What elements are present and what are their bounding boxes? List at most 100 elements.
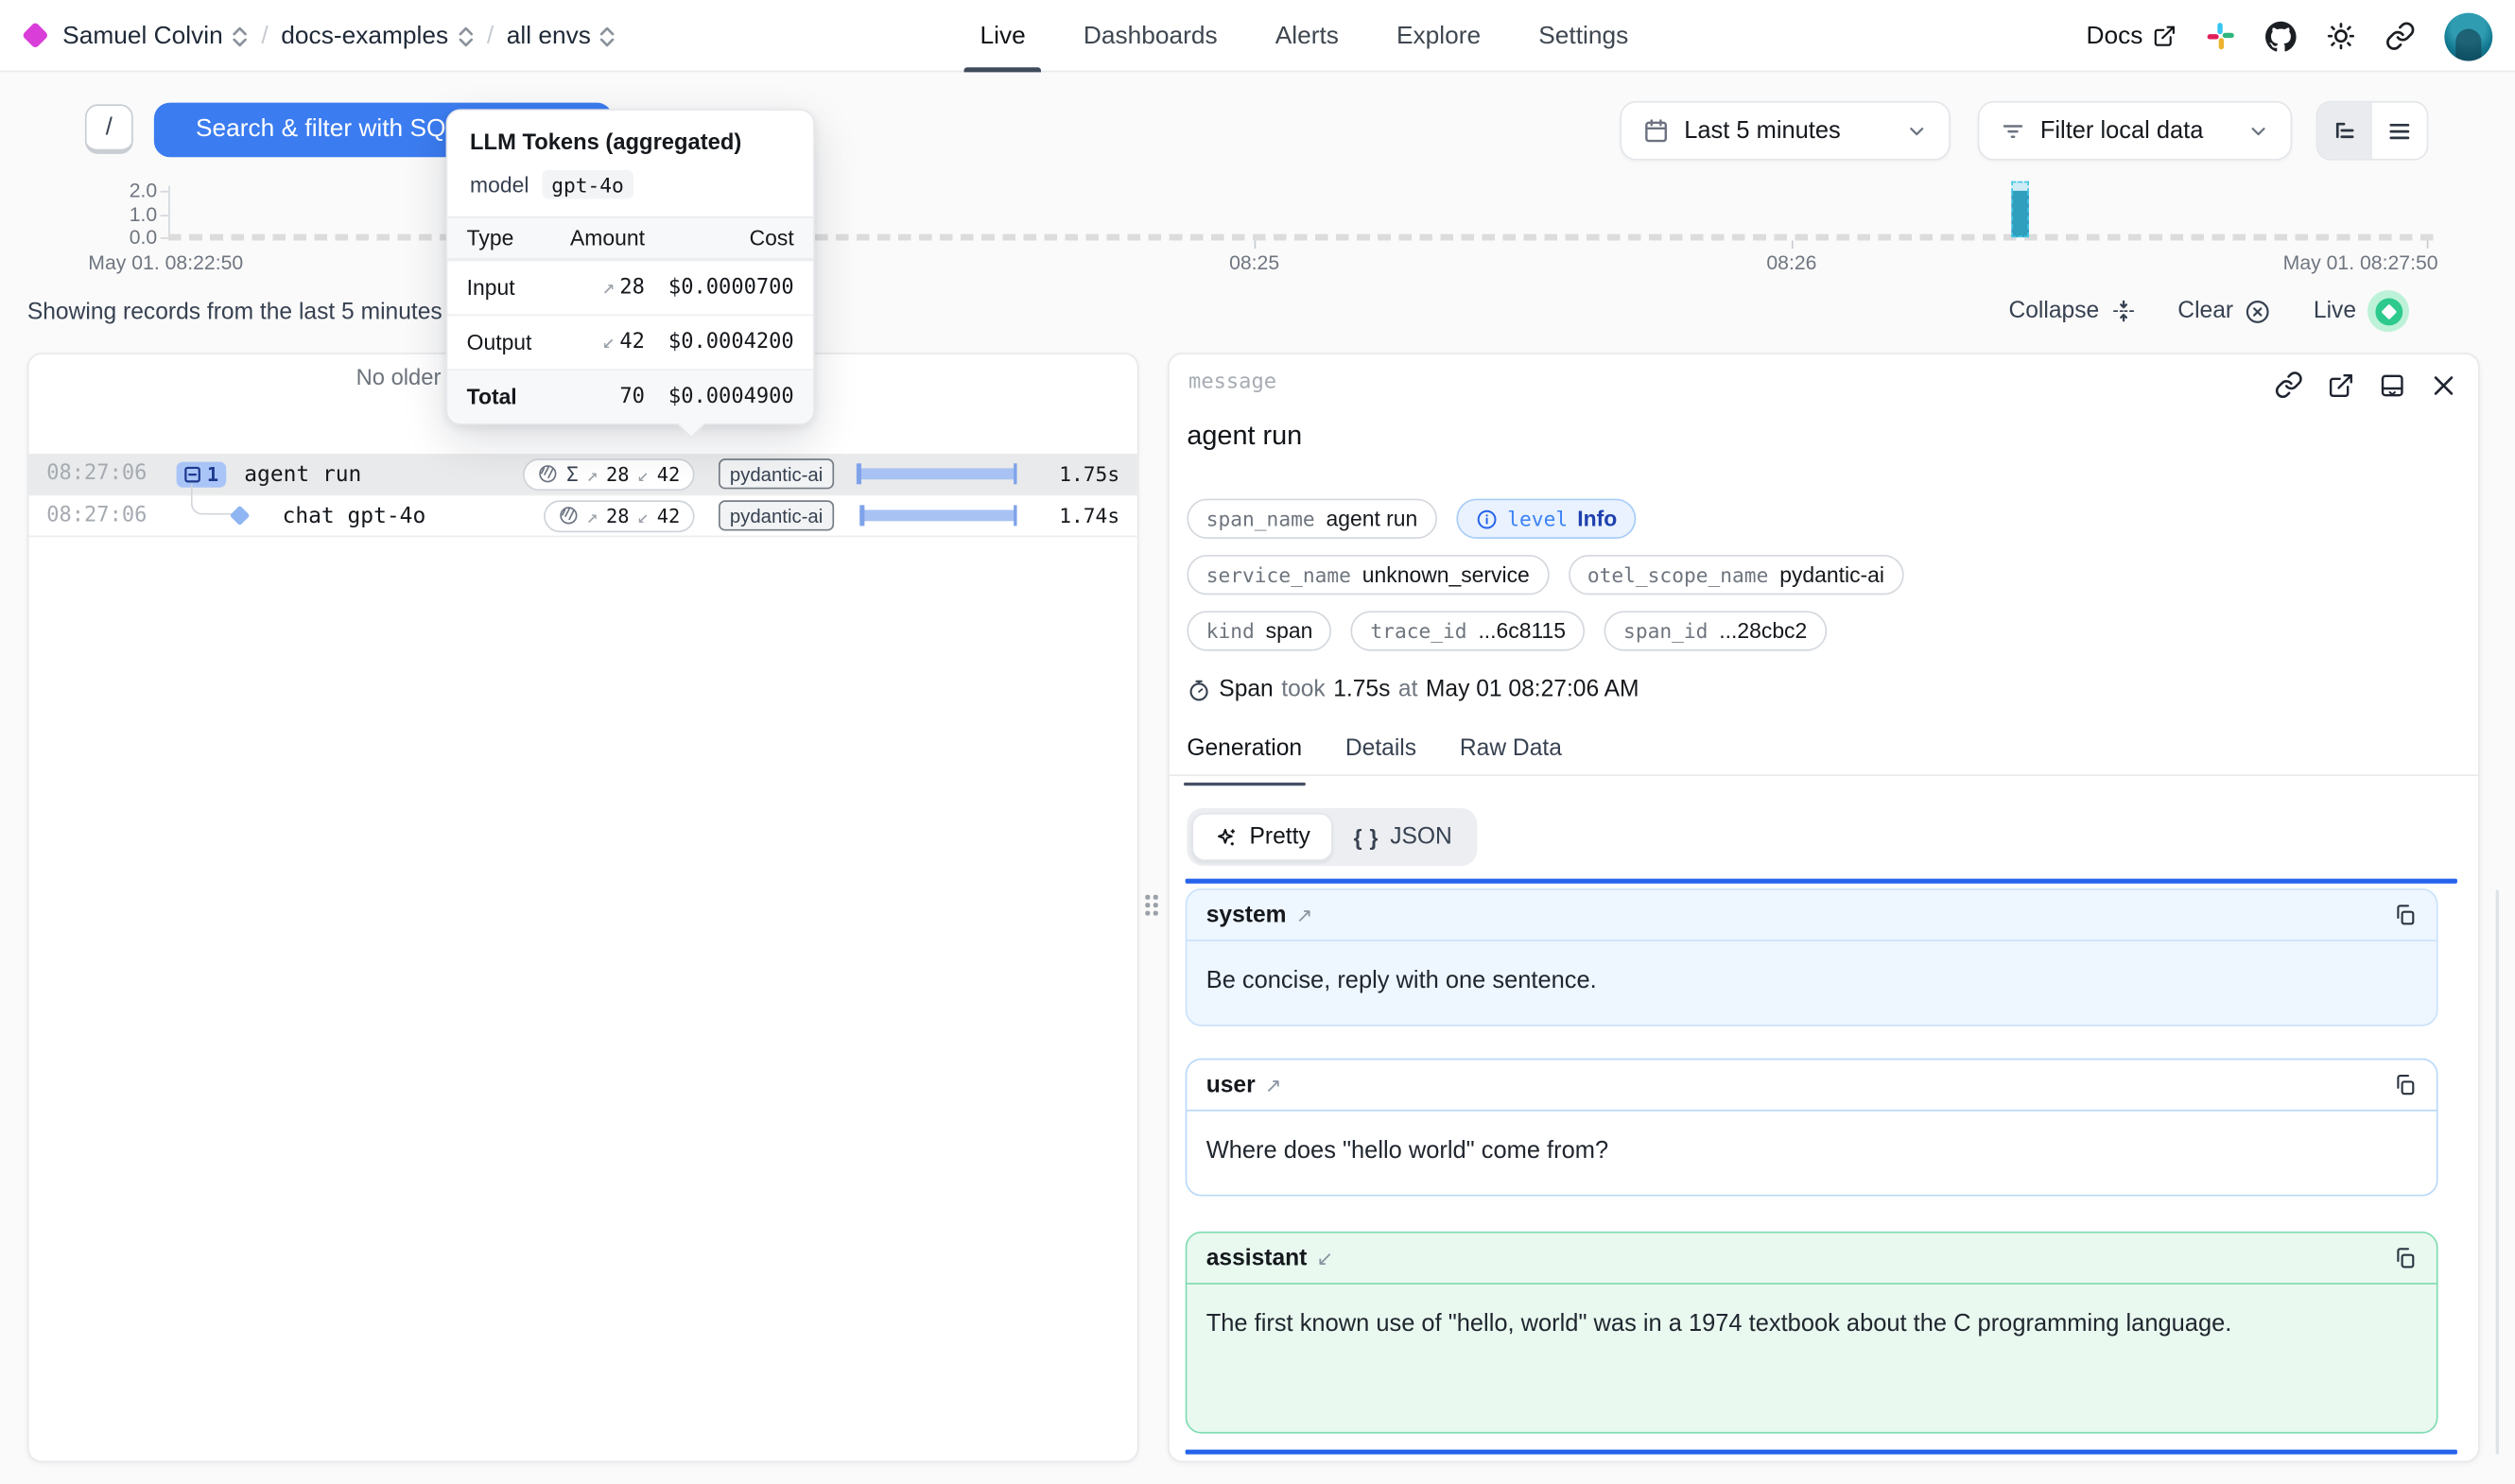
- panel-resize-handle[interactable]: [1145, 895, 1158, 921]
- badge-kind[interactable]: kind span: [1187, 611, 1331, 650]
- github-icon[interactable]: [2264, 20, 2297, 52]
- main-nav: Live Dashboards Alerts Explore Settings: [980, 0, 1629, 72]
- pretty-toggle[interactable]: Pretty: [1191, 813, 1332, 861]
- message-card-header: user ↗: [1187, 1060, 2437, 1111]
- span-name: chat gpt-4o: [283, 503, 544, 528]
- live-toggle[interactable]: Live: [2314, 290, 2409, 332]
- clear-button[interactable]: Clear: [2177, 298, 2272, 325]
- tooltip-row-total: Total 70 $0.0004900: [447, 369, 813, 423]
- render-mode-toggle: Pretty { } JSON: [1187, 808, 1478, 866]
- input-arrow-icon: ↗: [602, 276, 615, 300]
- message-card-header: assistant ↙: [1187, 1234, 2437, 1285]
- badge-trace-id[interactable]: trace_id ...6c8115: [1351, 611, 1585, 650]
- collapse-children-badge[interactable]: 1: [177, 461, 227, 487]
- time-range-dropdown[interactable]: Last 5 minutes: [1620, 101, 1950, 161]
- tree-connector: [162, 494, 265, 536]
- live-status-indicator-icon: [2368, 290, 2409, 332]
- copy-icon[interactable]: [2393, 903, 2417, 926]
- chevron-down-icon: [2247, 119, 2270, 142]
- collapse-label: Collapse: [2008, 299, 2099, 324]
- y-axis-tickmark: [161, 237, 168, 239]
- tab-live[interactable]: Live: [980, 0, 1026, 72]
- copy-icon[interactable]: [2393, 1246, 2417, 1269]
- span-word: Span: [1219, 677, 1273, 702]
- chevron-sort-icon: [457, 25, 475, 47]
- badge-span-name[interactable]: span_name agent run: [1187, 499, 1436, 539]
- collapse-button[interactable]: Collapse: [2008, 299, 2136, 324]
- filter-icon: [2000, 118, 2025, 144]
- input-tokens: 28: [606, 505, 630, 527]
- slack-icon[interactable]: [2206, 21, 2236, 51]
- trace-list-panel: No older records 08:27:06 1 agent run Σ …: [27, 353, 1139, 1462]
- trace-rows: 08:27:06 1 agent run Σ ↗28 ↙42 pydantic-…: [29, 454, 1137, 537]
- scope-tag[interactable]: pydantic-ai: [719, 458, 834, 489]
- span-attribute-badges: span_name agent run level Info service_n…: [1187, 499, 1903, 651]
- duration-value: 1.75s: [1039, 462, 1119, 486]
- token-usage-pill[interactable]: Σ ↗28 ↙42: [523, 457, 694, 490]
- json-toggle[interactable]: { } JSON: [1333, 813, 1473, 861]
- token-usage-pill[interactable]: ↗28 ↙42: [543, 499, 694, 531]
- span-title: agent run: [1187, 420, 1302, 452]
- user-avatar[interactable]: [2444, 12, 2492, 60]
- slash-key-label: /: [106, 113, 113, 141]
- tab-explore[interactable]: Explore: [1396, 0, 1481, 72]
- badge-level[interactable]: level Info: [1456, 499, 1637, 539]
- tab-settings[interactable]: Settings: [1538, 0, 1628, 72]
- list-view-icon: [2386, 118, 2412, 144]
- output-arrow-icon: ↙: [602, 330, 615, 354]
- duration-bar[interactable]: [857, 462, 1017, 485]
- output-arrow-icon: ↙: [637, 505, 649, 527]
- message-boundary-line-top: [1186, 879, 2457, 884]
- trace-row-chat-gpt-4o[interactable]: 08:27:06 chat gpt-4o ↗28 ↙42 pydantic-ai…: [29, 495, 1137, 537]
- duration-value: 1.74s: [1039, 504, 1119, 527]
- tab-dashboards[interactable]: Dashboards: [1084, 0, 1218, 72]
- clear-circle-x-icon: [2245, 298, 2272, 325]
- open-in-new-icon[interactable]: [2328, 371, 2355, 399]
- x-axis-tickmark: [1255, 240, 1257, 248]
- copy-link-icon[interactable]: [2275, 371, 2304, 400]
- tree-view-toggle[interactable]: [2317, 103, 2372, 159]
- filter-local-data-dropdown[interactable]: Filter local data: [1978, 101, 2293, 161]
- org-switcher[interactable]: Samuel Colvin: [62, 22, 249, 51]
- project-switcher[interactable]: docs-examples: [281, 22, 474, 51]
- close-panel-icon[interactable]: [2430, 371, 2457, 399]
- tabs-divider: [1170, 774, 2478, 776]
- x-axis-label: 08:25: [1229, 251, 1279, 274]
- tree-view-icon: [2333, 118, 2358, 144]
- list-view-toggle[interactable]: [2372, 103, 2427, 159]
- org-name: Samuel Colvin: [62, 22, 223, 51]
- logfire-logo-icon[interactable]: [22, 22, 49, 49]
- tab-alerts[interactable]: Alerts: [1275, 0, 1339, 72]
- duration-bar[interactable]: [857, 505, 1017, 527]
- span-duration-line: Span took 1.75s at May 01 08:27:06 AM: [1187, 677, 1639, 702]
- time-range-label: Last 5 minutes: [1684, 117, 1841, 145]
- dock-panel-icon[interactable]: [2379, 371, 2406, 399]
- docs-link[interactable]: Docs: [2086, 22, 2177, 51]
- y-axis-line: [168, 186, 170, 239]
- message-text: The first known use of "hello, world" wa…: [1187, 1285, 2437, 1342]
- share-link-icon[interactable]: [2385, 21, 2416, 51]
- env-switcher[interactable]: all envs: [507, 22, 616, 51]
- x-axis-label-start: May 01. 08:22:50: [88, 251, 243, 274]
- tab-raw-data[interactable]: Raw Data: [1460, 736, 1562, 775]
- x-axis-label: 08:26: [1766, 251, 1816, 274]
- badge-span-id[interactable]: span_id ...28cbc2: [1604, 611, 1827, 650]
- header-actions: Docs: [2086, 0, 2492, 72]
- model-value-chip: gpt-4o: [542, 170, 633, 199]
- scrollbar-thumb[interactable]: [2496, 890, 2499, 1455]
- scope-tag[interactable]: pydantic-ai: [719, 500, 834, 530]
- breadcrumb: Samuel Colvin / docs-examples / all envs: [62, 0, 616, 72]
- copy-icon[interactable]: [2393, 1073, 2417, 1096]
- histogram-bar[interactable]: [2011, 191, 2029, 237]
- theme-toggle-sun-icon[interactable]: [2326, 21, 2356, 51]
- clear-label: Clear: [2177, 299, 2233, 324]
- badge-otel-scope-name[interactable]: otel_scope_name pydantic-ai: [1568, 555, 1903, 595]
- tab-generation[interactable]: Generation: [1187, 736, 1302, 775]
- external-link-icon: [2153, 24, 2177, 47]
- input-arrow-icon: ↗: [586, 505, 598, 527]
- filter-label: Filter local data: [2040, 117, 2204, 145]
- live-controls: Collapse Clear Live: [2008, 290, 2409, 332]
- badge-service-name[interactable]: service_name unknown_service: [1187, 555, 1549, 595]
- span-duration: 1.75s: [1333, 677, 1390, 702]
- tab-details[interactable]: Details: [1345, 736, 1416, 775]
